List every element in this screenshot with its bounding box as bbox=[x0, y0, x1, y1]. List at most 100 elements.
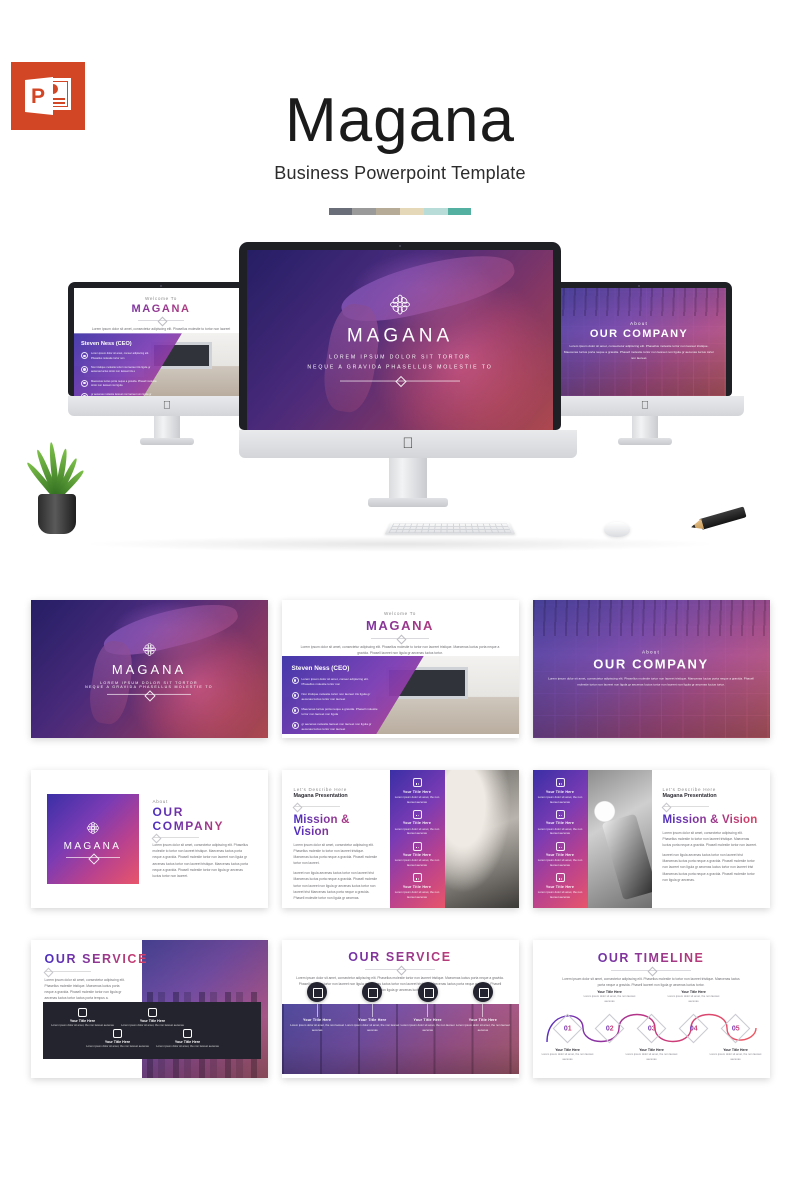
slide-thumbnail[interactable]: Your Title Here Lorem ipsum dolor sit ame… bbox=[532, 770, 770, 908]
slide-eyebrow: Let's Describe Here bbox=[293, 787, 347, 792]
timeline-number: 01 bbox=[563, 1024, 571, 1032]
feature-item[interactable]: Your Title Here Lorem ipsum dolor sit ame… bbox=[390, 777, 445, 805]
timeline-node: 02 bbox=[594, 1013, 624, 1044]
service-item[interactable]: Your Title Here Lorem ipsum dolor sit ame… bbox=[121, 1008, 185, 1029]
bullet-item: Maecenas luctus porta neque a gravida. P… bbox=[291, 707, 380, 718]
slide-photo-area bbox=[444, 770, 519, 908]
bullet-text: Maecenas luctus porta neque a gravida. P… bbox=[301, 707, 378, 717]
service-text: Lorem ipsum dolor sit amet, the non laor… bbox=[400, 1023, 455, 1033]
color-swatch bbox=[352, 208, 377, 216]
service-item[interactable]: Your Title Here Lorem ipsum dolor sit ame… bbox=[86, 1029, 150, 1050]
slide-thumbnail[interactable]: MAGANA LOREM IPSUM DOLOR SIT TORTOR NEQU… bbox=[30, 600, 268, 738]
camera-icon bbox=[412, 873, 422, 883]
coffee-and-tablet-photo bbox=[587, 770, 652, 908]
feature-title: Your Title Here bbox=[545, 789, 575, 794]
feature-title: Your Title Here bbox=[402, 821, 432, 826]
slide-thumbnail[interactable]: OUR SERVICE Lorem ipsum dolor sit amet, … bbox=[281, 940, 519, 1078]
bullet-marker-icon bbox=[291, 707, 299, 714]
center-monitor: MAGANA LOREM IPSUM DOLOR SIT TORTOR NEQU… bbox=[239, 242, 577, 507]
bullet-item: Non tristique molestie tortor non laoree… bbox=[291, 692, 380, 703]
bullet-item: Non tristique molestie tortor non laoree… bbox=[81, 365, 159, 375]
service-item[interactable]: Your Title Here Lorem ipsum dolor sit ame… bbox=[290, 982, 345, 1068]
monitor-neck bbox=[389, 458, 427, 498]
service-text: Lorem ipsum dolor sit amet, the non laor… bbox=[156, 1045, 219, 1049]
monitor-showcase: Welcome To MAGANA Lorem ipsum dolor sit … bbox=[0, 236, 800, 556]
color-swatch bbox=[399, 208, 424, 216]
service-item[interactable]: Your Title Here Lorem ipsum dolor sit ame… bbox=[51, 1008, 115, 1029]
right-monitor-screen: About OUR COMPANY Lorem ipsum dolor sit … bbox=[552, 288, 726, 396]
connector-line bbox=[427, 1003, 429, 1017]
service-item[interactable]: Your Title Here Lorem ipsum dolor sit ame… bbox=[455, 982, 510, 1068]
bank-icon bbox=[307, 982, 328, 1002]
slide-title: OUR TIMELINE bbox=[543, 951, 760, 965]
slide-photo-area: Steven Ness (CEO) Lorem ipsum dolor sit … bbox=[281, 656, 519, 734]
slide-thumbnail[interactable]: About OUR COMPANY Lorem ipsum dolor sit … bbox=[532, 600, 770, 738]
service-item[interactable]: Your Title Here Lorem ipsum dolor sit ame… bbox=[156, 1029, 220, 1050]
feature-item[interactable]: Your Title Here Lorem ipsum dolor sit ame… bbox=[533, 777, 588, 805]
slide-paragraph-2: laoreet non ligula aecenas luctus tortor… bbox=[662, 853, 755, 882]
slide-eyebrow: Let's Describe Here bbox=[662, 787, 716, 792]
slide-title: MAGANA bbox=[74, 303, 248, 315]
chart-icon bbox=[472, 982, 493, 1002]
chart-icon bbox=[555, 809, 565, 819]
feature-text: Lorem ipsum dolor sit amet, the non laor… bbox=[394, 826, 440, 836]
timeline-node: 04 bbox=[678, 1013, 708, 1044]
timeline-step[interactable]: 05 Your Title Here Lorem ipsum dolor sit a… bbox=[710, 990, 761, 1074]
monitor-neck bbox=[632, 416, 658, 438]
slide-photo-area bbox=[587, 770, 652, 908]
bullet-text: gr aecenas molestie laoreet non laoreet … bbox=[301, 722, 372, 732]
bullet-item: Maecenas luctus porta neque a gravida. P… bbox=[81, 379, 159, 389]
mouse bbox=[604, 522, 630, 537]
slide-thumbnail[interactable]: OUR TIMELINE Lorem ipsum dolor sit amet,… bbox=[532, 940, 770, 1078]
slide-title: MAGANA bbox=[346, 325, 454, 347]
slide-paragraph: Lorem ipsum dolor sit amet, consectetur … bbox=[300, 645, 500, 656]
timeline-node: 03 bbox=[636, 1013, 666, 1044]
timeline-number: 03 bbox=[647, 1024, 655, 1032]
service-title: Your Title Here bbox=[358, 1018, 387, 1022]
timeline-label: Your Title Here Lorem ipsum dolor sit ame… bbox=[706, 1048, 766, 1062]
timeline-text: Lorem ipsum dolor sit amet, the non laor… bbox=[709, 1053, 762, 1061]
chart-icon bbox=[148, 1008, 157, 1017]
center-monitor-screen: MAGANA LOREM IPSUM DOLOR SIT TORTOR NEQU… bbox=[247, 250, 553, 430]
slide-subtitle-line1: LOREM IPSUM DOLOR SIT TORTOR bbox=[329, 354, 471, 361]
service-title: Your Title Here bbox=[69, 1019, 96, 1023]
feature-item[interactable]: Your Title Here Lorem ipsum dolor sit ame… bbox=[390, 841, 445, 869]
slide-thumbnail[interactable]: MAGANA About OUR COMPANY Lorem ipsum dol… bbox=[30, 770, 268, 908]
slide-kicker: Magana Presentation bbox=[293, 793, 348, 799]
feature-item[interactable]: Your Title Here Lorem ipsum dolor sit ame… bbox=[390, 809, 445, 837]
connector-line bbox=[316, 1003, 318, 1017]
page-title: Magana bbox=[284, 86, 516, 155]
slide-thumbnail[interactable]: OUR SERVICE Lorem ipsum dolor sit amet, … bbox=[30, 940, 268, 1078]
slide-paragraph: Lorem ipsum dolor sit amet, consectetur … bbox=[152, 843, 248, 878]
slide-title: OUR SERVICE bbox=[296, 950, 505, 964]
slide-title: OUR COMPANY bbox=[593, 656, 709, 672]
slide-thumbnail[interactable]: Welcome To MAGANA Lorem ipsum dolor sit … bbox=[281, 600, 519, 738]
feature-item[interactable]: Your Title Here Lorem ipsum dolor sit ame… bbox=[533, 841, 588, 869]
feature-text: Lorem ipsum dolor sit amet, the non laor… bbox=[537, 826, 583, 836]
monitor-foot bbox=[140, 438, 194, 445]
ceo-name: Steven Ness (CEO) bbox=[291, 665, 350, 672]
slide-title: OUR SERVICE bbox=[45, 952, 157, 966]
ceo-bullet-list: Lorem ipsum dolor sit amet, consec adipi… bbox=[291, 677, 380, 733]
building-icon bbox=[417, 982, 438, 1002]
service-text: Lorem ipsum dolor sit amet, the non laor… bbox=[455, 1023, 510, 1033]
feature-item[interactable]: Your Title Here Lorem ipsum dolor sit ame… bbox=[533, 809, 588, 837]
slide-paragraph-2: laoreet non ligula aecenas luctus tortor… bbox=[293, 871, 378, 900]
service-title: Your Title Here bbox=[303, 1018, 332, 1022]
feature-item[interactable]: Your Title Here Lorem ipsum dolor sit ame… bbox=[533, 872, 588, 900]
feature-text: Lorem ipsum dolor sit amet, the non laor… bbox=[537, 889, 583, 899]
slide-thumbnail[interactable]: Let's Describe Here Magana Presentation … bbox=[281, 770, 519, 908]
feature-text: Lorem ipsum dolor sit amet, the non laor… bbox=[394, 858, 440, 868]
color-swatch bbox=[328, 208, 353, 216]
feature-title: Your Title Here bbox=[545, 884, 575, 889]
slide-paragraph: Lorem ipsum dolor sit amet, consectetur … bbox=[548, 676, 754, 687]
service-title: Your Title Here bbox=[468, 1018, 497, 1022]
slide-paragraph: Lorem ipsum dolor sit amet, consectetur … bbox=[44, 978, 125, 1001]
feature-text: Lorem ipsum dolor sit amet, the non laor… bbox=[537, 794, 583, 804]
bullet-marker-icon bbox=[81, 365, 88, 373]
feature-item[interactable]: Your Title Here Lorem ipsum dolor sit ame… bbox=[390, 872, 445, 900]
flower-logo-icon bbox=[142, 642, 156, 656]
service-item[interactable]: Your Title Here Lorem ipsum dolor sit ame… bbox=[345, 982, 400, 1068]
service-item[interactable]: Your Title Here Lorem ipsum dolor sit ame… bbox=[400, 982, 455, 1068]
timeline-node: 05 bbox=[720, 1013, 750, 1044]
